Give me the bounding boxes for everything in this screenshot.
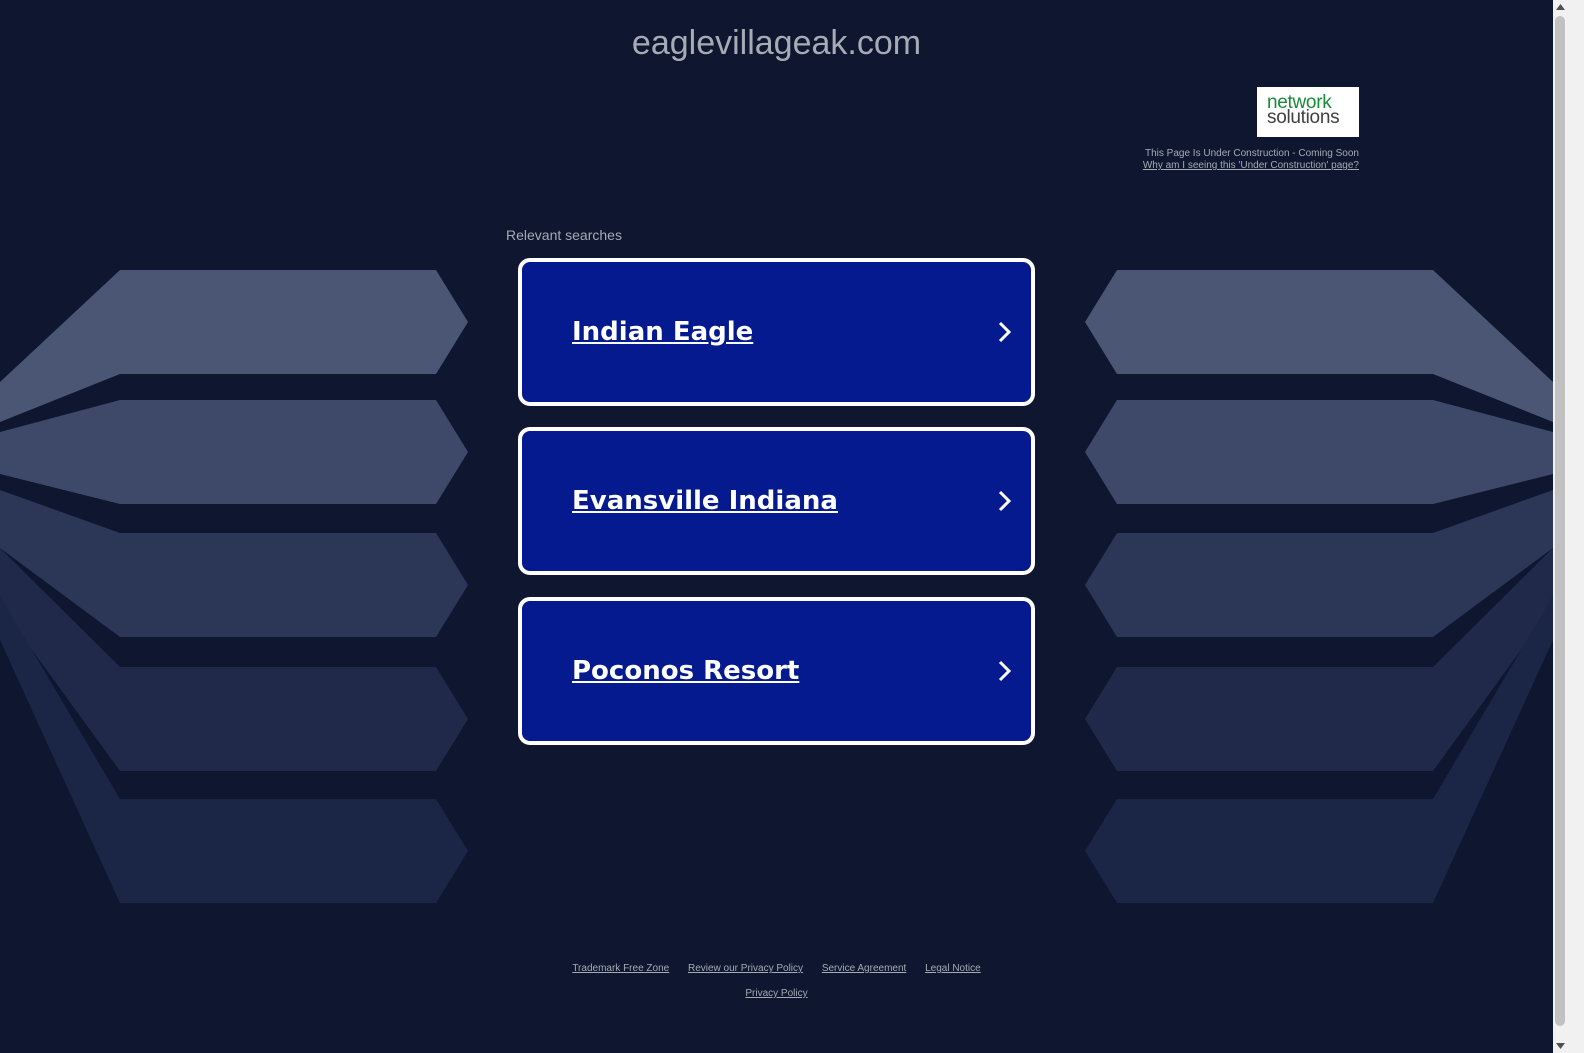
search-result-link[interactable]: Indian Eagle [572, 317, 753, 347]
parked-page: eaglevillageak.com network solutions Thi… [0, 0, 1553, 1053]
network-solutions-logo[interactable]: network solutions [1257, 87, 1359, 137]
bg-band-right-2 [1085, 400, 1553, 504]
relevant-searches-heading: Relevant searches [506, 227, 622, 243]
trademark-free-zone-link[interactable]: Trademark Free Zone [572, 963, 669, 974]
bg-band-left-1 [0, 270, 468, 422]
bg-band-left-2 [0, 400, 468, 504]
scroll-up-arrow-icon[interactable] [1553, 0, 1568, 15]
chevron-right-icon [998, 490, 1011, 512]
footer: Trademark Free Zone Review our Privacy P… [0, 963, 1553, 1013]
domain-title: eaglevillageak.com [631, 24, 922, 62]
search-result-link[interactable]: Evansville Indiana [572, 486, 838, 516]
chevron-right-icon [998, 660, 1011, 682]
search-result-link[interactable]: Poconos Resort [572, 656, 799, 686]
footer-links-row: Trademark Free Zone Review our Privacy P… [0, 963, 1553, 988]
footer-privacy-row: Privacy Policy [0, 988, 1553, 1013]
privacy-policy-link[interactable]: Privacy Policy [745, 988, 807, 999]
search-result-card[interactable]: Evansville Indiana [518, 427, 1035, 575]
why-construction-link[interactable]: Why am I seeing this 'Under Construction… [1143, 160, 1359, 172]
construction-text: This Page Is Under Construction - Coming… [1145, 148, 1359, 159]
service-agreement-link[interactable]: Service Agreement [822, 963, 907, 974]
bg-band-right-1 [1085, 270, 1553, 422]
search-result-card[interactable]: Poconos Resort [518, 597, 1035, 745]
bg-band-right-3 [1085, 490, 1553, 637]
scrollbar-thumb[interactable] [1555, 16, 1565, 1026]
construction-notice: This Page Is Under Construction - Coming… [1143, 148, 1359, 172]
review-privacy-policy-link[interactable]: Review our Privacy Policy [688, 963, 803, 974]
legal-notice-link[interactable]: Legal Notice [925, 963, 981, 974]
scroll-down-arrow-icon[interactable] [1553, 1038, 1568, 1053]
vertical-scrollbar[interactable] [1553, 0, 1584, 1053]
bg-band-left-3 [0, 490, 468, 637]
logo-line2: solutions [1267, 107, 1340, 128]
chevron-right-icon [998, 321, 1011, 343]
search-result-card[interactable]: Indian Eagle [518, 258, 1035, 406]
